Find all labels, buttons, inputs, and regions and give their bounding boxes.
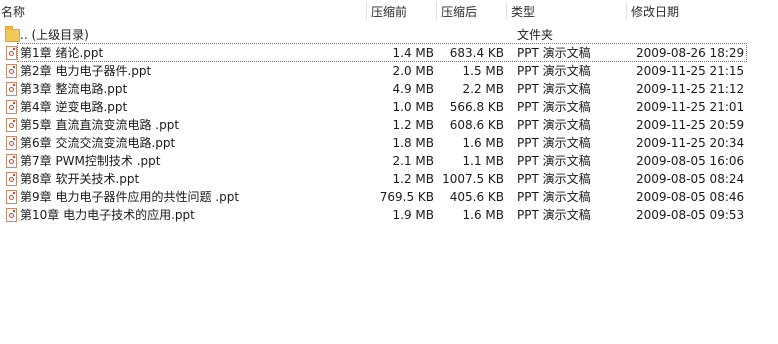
file-type: PPT 演示文稿 bbox=[517, 46, 591, 60]
file-name: 第1章 绪论.ppt bbox=[20, 46, 104, 60]
ppt-file-icon bbox=[2, 171, 18, 187]
file-type: PPT 演示文稿 bbox=[517, 64, 591, 78]
file-type: PPT 演示文稿 bbox=[517, 82, 591, 96]
ppt-file-icon bbox=[2, 135, 18, 151]
ppt-file-icon bbox=[2, 81, 18, 97]
file-modified-date: 2009-08-05 09:53 bbox=[636, 208, 745, 222]
file-type: PPT 演示文稿 bbox=[517, 118, 591, 132]
file-modified-date: 2009-11-25 21:15 bbox=[636, 64, 745, 78]
file-modified-date: 2009-08-05 08:46 bbox=[636, 190, 745, 204]
column-header-compressed-before[interactable]: 压缩前 bbox=[371, 4, 407, 20]
file-modified-date: 2009-11-25 20:34 bbox=[636, 136, 745, 150]
file-size-after: 1.6 MB bbox=[462, 136, 504, 150]
column-divider[interactable] bbox=[626, 2, 627, 20]
file-row[interactable]: 第1章 绪论.ppt 1.4 MB 683.4 KB PPT 演示文稿 2009-08-… bbox=[0, 43, 778, 62]
file-row[interactable]: 第5章 直流直流变流电路 .ppt 1.2 MB 608.6 KB PPT 演示文稿 2… bbox=[0, 116, 778, 134]
column-header-name[interactable]: 名称 bbox=[1, 4, 25, 20]
folder-icon bbox=[2, 26, 20, 43]
file-row[interactable]: 第10章 电力电子技术的应用.ppt 1.9 MB 1.6 MB PPT 演示文稿 20… bbox=[0, 206, 778, 224]
file-size-after: 1007.5 KB bbox=[442, 172, 504, 186]
file-name: 第7章 PWM控制技术 .ppt bbox=[20, 154, 161, 168]
file-row[interactable]: 第2章 电力电子器件.ppt 2.0 MB 1.5 MB PPT 演示文稿 2009-1… bbox=[0, 62, 778, 80]
file-row[interactable]: 第6章 交流交流变流电路.ppt 1.8 MB 1.6 MB PPT 演示文稿 2009… bbox=[0, 134, 778, 152]
file-type: 文件夹 bbox=[517, 28, 554, 42]
ppt-file-icon bbox=[2, 207, 18, 223]
ppt-file-icon bbox=[2, 45, 18, 61]
file-size-after: 405.6 KB bbox=[449, 190, 504, 204]
file-size-after: 683.4 KB bbox=[449, 46, 504, 60]
file-name: 第10章 电力电子技术的应用.ppt bbox=[20, 208, 195, 222]
file-row[interactable]: 第9章 电力电子器件应用的共性问题 .ppt 769.5 KB 405.6 KB PP… bbox=[0, 188, 778, 206]
file-size-after: 608.6 KB bbox=[449, 118, 504, 132]
file-size-after: 1.6 MB bbox=[462, 208, 504, 222]
file-type: PPT 演示文稿 bbox=[517, 190, 591, 204]
file-row[interactable]: 第8章 软开关技术.ppt 1.2 MB 1007.5 KB PPT 演示文稿 2009… bbox=[0, 170, 778, 188]
file-name: 第3章 整流电路.ppt bbox=[20, 82, 128, 96]
file-modified-date: 2009-08-05 16:06 bbox=[636, 154, 745, 168]
parent-directory-row[interactable]: .. (上级目录) 文件夹 bbox=[0, 26, 778, 44]
file-type: PPT 演示文稿 bbox=[517, 136, 591, 150]
column-header-bar: 名称 压缩前 压缩后 类型 修改日期 bbox=[0, 0, 778, 22]
file-name: .. (上级目录) bbox=[20, 28, 89, 42]
file-size-after: 566.8 KB bbox=[449, 100, 504, 114]
file-type: PPT 演示文稿 bbox=[517, 154, 591, 168]
file-name: 第9章 电力电子器件应用的共性问题 .ppt bbox=[20, 190, 240, 204]
ppt-file-icon bbox=[2, 99, 18, 115]
file-name: 第5章 直流直流变流电路 .ppt bbox=[20, 118, 180, 132]
file-type: PPT 演示文稿 bbox=[517, 172, 591, 186]
file-modified-date: 2009-08-05 08:24 bbox=[636, 172, 745, 186]
column-header-type[interactable]: 类型 bbox=[511, 4, 535, 20]
file-type: PPT 演示文稿 bbox=[517, 100, 591, 114]
file-modified-date: 2009-11-25 21:12 bbox=[636, 82, 745, 96]
column-header-modified-date[interactable]: 修改日期 bbox=[631, 4, 679, 20]
file-name: 第4章 逆变电路.ppt bbox=[20, 100, 128, 114]
column-divider[interactable] bbox=[506, 2, 507, 20]
file-row[interactable]: 第7章 PWM控制技术 .ppt 2.1 MB 1.1 MB PPT 演示文稿 2009… bbox=[0, 152, 778, 170]
column-divider[interactable] bbox=[366, 2, 367, 20]
file-type: PPT 演示文稿 bbox=[517, 208, 591, 222]
file-list: .. (上级目录) 文件夹 第1章 绪论.ppt 1.4 MB 683.4 KB PP… bbox=[0, 26, 778, 224]
file-modified-date: 2009-08-26 18:29 bbox=[636, 46, 745, 60]
column-header-compressed-after[interactable]: 压缩后 bbox=[441, 4, 477, 20]
file-row[interactable]: 第4章 逆变电路.ppt 1.0 MB 566.8 KB PPT 演示文稿 2009-1… bbox=[0, 98, 778, 116]
file-modified-date: 2009-11-25 21:01 bbox=[636, 100, 745, 114]
ppt-file-icon bbox=[2, 189, 18, 205]
file-size-after: 1.1 MB bbox=[462, 154, 504, 168]
file-name: 第6章 交流交流变流电路.ppt bbox=[20, 136, 176, 150]
file-row[interactable]: 第3章 整流电路.ppt 4.9 MB 2.2 MB PPT 演示文稿 2009-11-… bbox=[0, 80, 778, 98]
ppt-file-icon bbox=[2, 153, 18, 169]
ppt-file-icon bbox=[2, 117, 18, 133]
column-divider[interactable] bbox=[436, 2, 437, 20]
file-name: 第2章 电力电子器件.ppt bbox=[20, 64, 152, 78]
file-size-after: 2.2 MB bbox=[462, 82, 504, 96]
file-size-after: 1.5 MB bbox=[462, 64, 504, 78]
file-modified-date: 2009-11-25 20:59 bbox=[636, 118, 745, 132]
file-name: 第8章 软开关技术.ppt bbox=[20, 172, 140, 186]
ppt-file-icon bbox=[2, 63, 18, 79]
